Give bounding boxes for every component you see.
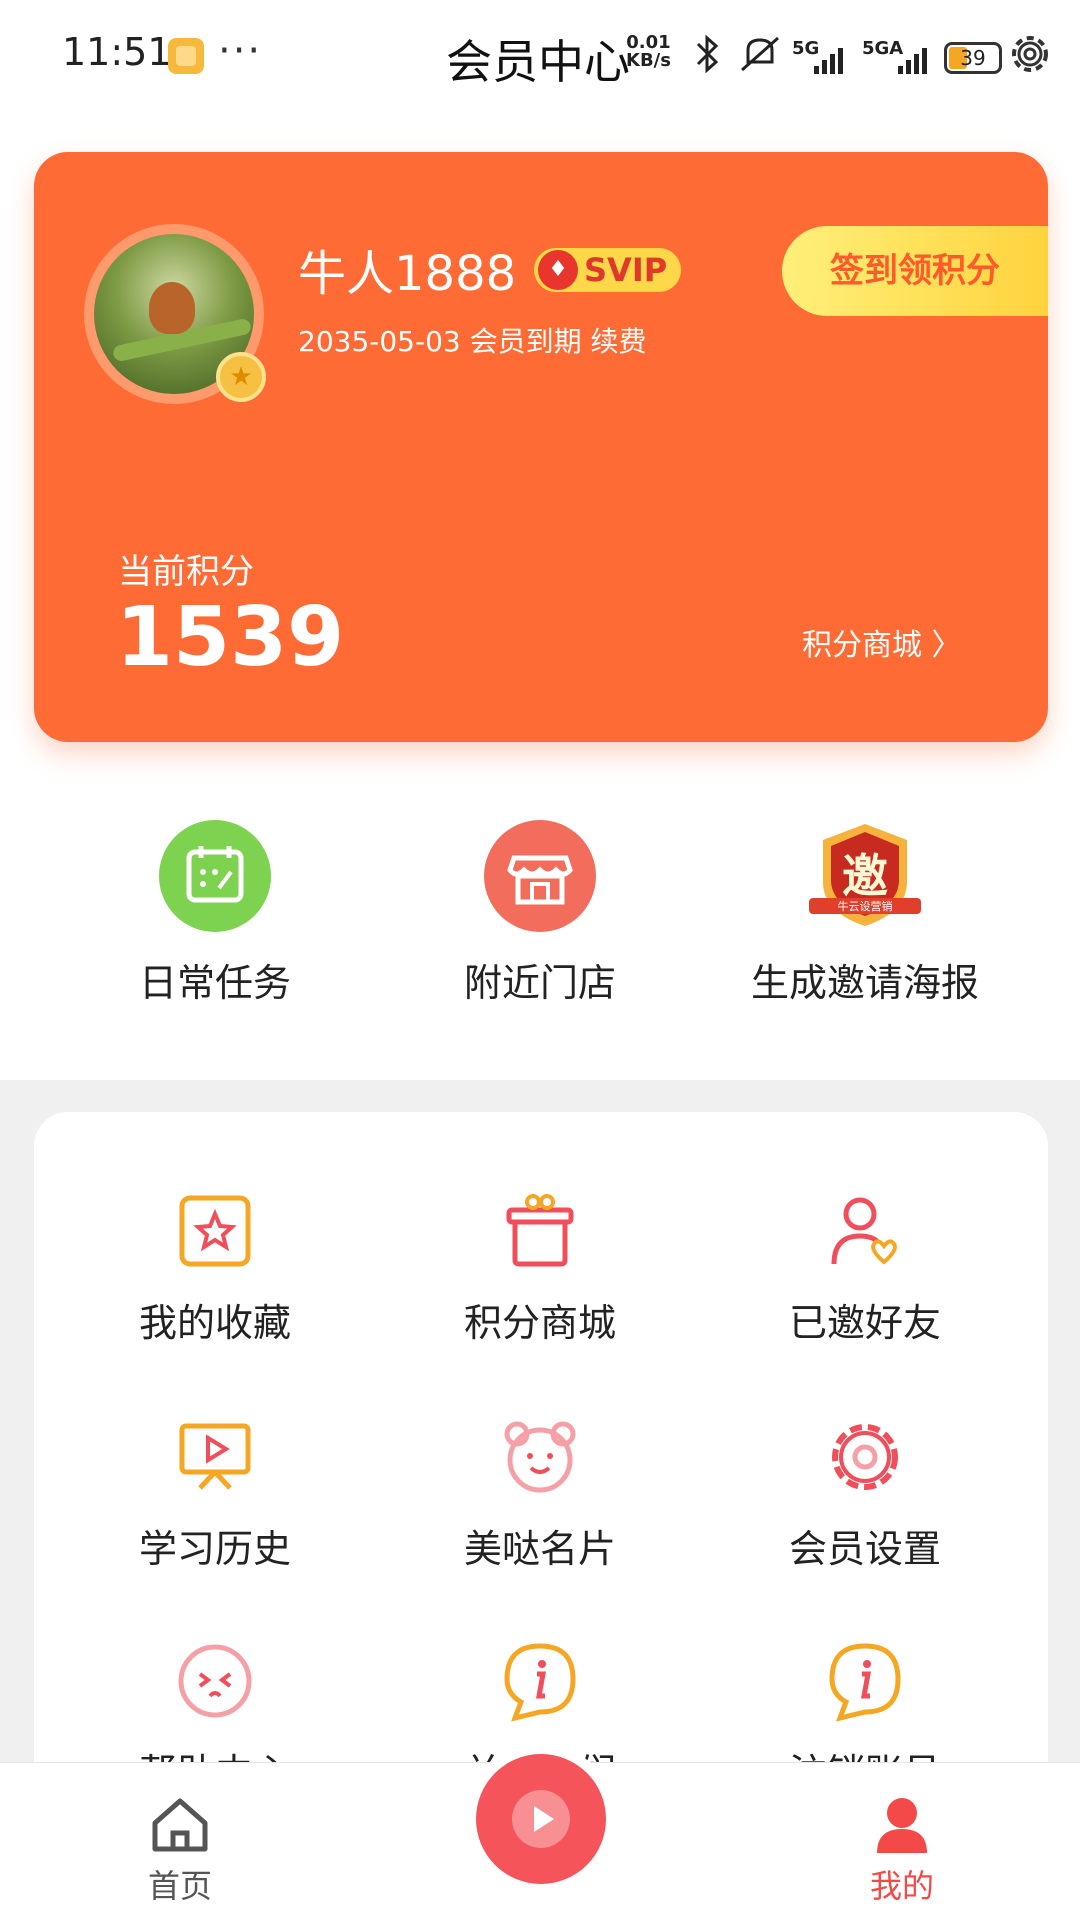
settings-gear-icon[interactable] (1006, 30, 1054, 78)
member-card: ★ 牛人1888 ♦ SVIP 2035-05-03 会员到期 续费 签到领积分… (34, 152, 1048, 742)
status-bar: 11:51 ··· 会员中心 0.01 KB/s 5G 5GA 39 (0, 0, 1080, 110)
nav-home-label: 首页 (147, 1867, 212, 1905)
gift-box-icon (495, 1186, 585, 1276)
info-bubble-icon (495, 1636, 585, 1726)
points-mall-link[interactable]: 积分商城 〉 (802, 620, 962, 664)
help-face-icon (170, 1636, 260, 1726)
nav-mine-label: 我的 (869, 1867, 934, 1905)
grid-label: 美哒名片 (463, 1527, 616, 1571)
shortcut-invite-poster[interactable]: 邀 牛云设营销 生成邀请海报 (700, 820, 1030, 1007)
page-title: 会员中心 (446, 35, 630, 89)
gear-icon (820, 1412, 910, 1502)
grid-label: 学习历史 (138, 1527, 291, 1571)
play-icon (512, 1790, 570, 1848)
bear-face-icon (495, 1412, 585, 1502)
grid-item-business-card[interactable]: 美哒名片 (375, 1412, 705, 1573)
network-speed-unit: KB/s (626, 50, 671, 71)
signal-bars-icon (814, 48, 843, 74)
nav-home[interactable]: 首页 (80, 1793, 280, 1907)
svip-badge: ♦ SVIP (534, 248, 682, 292)
battery-icon: 39 (944, 42, 1002, 74)
grid-item-study-history[interactable]: 学习历史 (50, 1412, 380, 1573)
invite-badge-text: 邀 (842, 849, 888, 903)
points-value: 1539 (116, 590, 345, 685)
video-screen-icon (170, 1412, 260, 1502)
grid-item-points-mall[interactable]: 积分商城 (375, 1186, 705, 1347)
info-bubble-icon (820, 1636, 910, 1726)
signal-bars-icon-2 (898, 48, 927, 74)
signin-points-button[interactable]: 签到领积分 (782, 226, 1048, 316)
shortcut-label: 日常任务 (138, 961, 291, 1005)
star-icon (170, 1186, 260, 1276)
diamond-icon: ♦ (538, 250, 578, 290)
grid-label: 积分商城 (463, 1301, 616, 1345)
shortcut-label: 附近门店 (463, 961, 616, 1005)
network-speed: 0.01 KB/s (626, 34, 671, 70)
home-icon (152, 1798, 208, 1852)
shortcut-label: 生成邀请海报 (750, 961, 979, 1005)
shortcut-daily-tasks[interactable]: 日常任务 (50, 820, 380, 1007)
battery-level: 39 (960, 46, 986, 70)
username: 牛人1888 (298, 246, 517, 302)
grid-item-favorites[interactable]: 我的收藏 (50, 1186, 380, 1347)
points-label: 当前积分 (118, 552, 254, 592)
grid-label: 已邀好友 (788, 1301, 941, 1345)
calendar-icon (159, 820, 271, 932)
invite-poster-icon: 邀 牛云设营销 (809, 820, 921, 932)
store-icon (484, 820, 596, 932)
invite-badge-subtext: 牛云设营销 (838, 899, 893, 913)
grid-label: 会员设置 (788, 1527, 941, 1571)
more-notifications-icon: ··· (218, 28, 263, 74)
user-icon (877, 1798, 927, 1853)
notification-app-icon (168, 38, 204, 74)
medal-icon: ★ (216, 352, 266, 402)
membership-expire-renew[interactable]: 2035-05-03 会员到期 续费 (298, 320, 647, 360)
mute-icon (741, 36, 779, 72)
grid-label: 我的收藏 (138, 1301, 291, 1345)
nav-mine[interactable]: 我的 (802, 1793, 1002, 1907)
bluetooth-icon (696, 34, 719, 74)
grid-item-invited-friends[interactable]: 已邀好友 (700, 1186, 1030, 1347)
play-button[interactable] (476, 1754, 606, 1884)
user-heart-icon (820, 1186, 910, 1276)
status-time: 11:51 (62, 30, 172, 74)
shortcut-nearby-stores[interactable]: 附近门店 (375, 820, 705, 1007)
svip-badge-label: SVIP (584, 251, 668, 289)
grid-item-member-settings[interactable]: 会员设置 (700, 1412, 1030, 1573)
